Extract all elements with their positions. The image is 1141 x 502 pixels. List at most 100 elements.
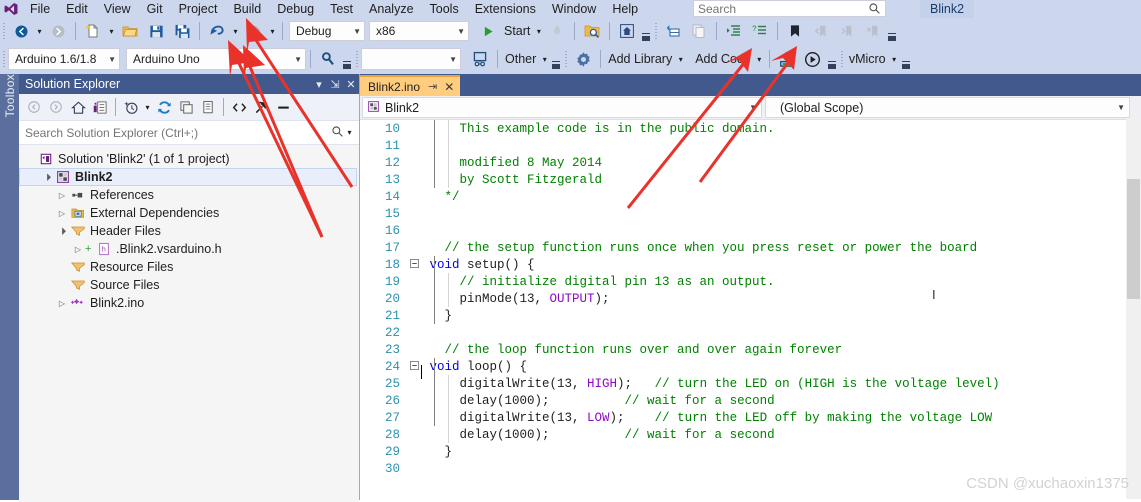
tree-item[interactable]: Source Files xyxy=(19,276,359,294)
code-text-area[interactable]: I 10 This example code is in the public … xyxy=(360,120,1141,500)
arduino-ide-version-combo[interactable]: Arduino 1.6/1.8 ▼ xyxy=(8,48,120,70)
toolbar-overflow-icon[interactable] xyxy=(341,49,353,69)
chevron-down-icon[interactable]: ▾ xyxy=(311,78,327,91)
home-icon[interactable] xyxy=(614,20,640,42)
new-item-icon[interactable] xyxy=(80,20,106,42)
toolbar-grip[interactable] xyxy=(652,22,660,40)
save-icon[interactable] xyxy=(143,20,169,42)
start-button-label[interactable]: Start xyxy=(501,24,533,38)
pin-icon[interactable]: ⇥ xyxy=(428,80,444,93)
comment-icon[interactable]: ? xyxy=(747,20,773,42)
tree-item[interactable]: ▷ + h .Blink2.vsarduino.h xyxy=(19,240,359,258)
code-line[interactable]: 22 xyxy=(360,324,1141,341)
tree-item[interactable]: ◢ Blink2 xyxy=(19,168,357,186)
global-search-box[interactable] xyxy=(693,0,886,17)
collapse-all-icon[interactable] xyxy=(175,96,197,118)
find-in-files-icon[interactable] xyxy=(579,20,605,42)
code-line[interactable]: 17 // the setup function runs once when … xyxy=(360,239,1141,256)
solution-platform-combo[interactable]: x86 ▼ xyxy=(369,21,469,41)
menu-item-tools[interactable]: Tools xyxy=(422,0,467,18)
save-all-icon[interactable] xyxy=(169,20,195,42)
redo-dropdown-icon[interactable]: ▾ xyxy=(267,27,278,36)
next-bookmark-icon[interactable] xyxy=(834,20,860,42)
menu-item-extensions[interactable]: Extensions xyxy=(467,0,544,18)
solution-explorer-search[interactable]: ▾ xyxy=(19,121,359,145)
toolbar-grip[interactable] xyxy=(0,50,8,68)
tree-item[interactable]: Solution 'Blink2' (1 of 1 project) xyxy=(19,150,359,168)
search-input[interactable] xyxy=(694,0,864,17)
toolbar-grip[interactable] xyxy=(0,22,8,40)
code-line[interactable]: 27 digitalWrite(13, LOW); // turn the LE… xyxy=(360,409,1141,426)
code-line[interactable]: 28 delay(1000); // wait for a second xyxy=(360,426,1141,443)
toolbox-tab[interactable]: Toolbox xyxy=(0,74,19,500)
attach-icon[interactable] xyxy=(660,20,686,42)
toolbar-overflow-icon[interactable] xyxy=(640,21,652,41)
scrollbar-thumb[interactable] xyxy=(1127,179,1140,299)
magnifier-icon[interactable] xyxy=(315,48,341,70)
editor-vertical-scrollbar[interactable] xyxy=(1126,119,1141,499)
menu-item-file[interactable]: File xyxy=(22,0,58,18)
document-tab-blink2-ino[interactable]: Blink2.ino ⇥ ✕ xyxy=(360,75,461,96)
serial-port-combo[interactable]: ▼ xyxy=(361,48,461,70)
start-dropdown-icon[interactable]: ▾ xyxy=(533,27,544,36)
chevron-collapsed-icon[interactable]: ▷ xyxy=(71,245,85,254)
code-line[interactable]: 21 } xyxy=(360,307,1141,324)
redo-icon[interactable] xyxy=(241,20,267,42)
vmicro-dropdown-icon[interactable]: ▾ xyxy=(889,55,900,64)
code-line[interactable]: 15 xyxy=(360,205,1141,222)
properties-icon[interactable] xyxy=(250,96,272,118)
member-dropdown[interactable]: (Global Scope) ▼ xyxy=(765,97,1130,118)
toolbar-overflow-icon[interactable] xyxy=(900,49,912,69)
code-line[interactable]: 16 xyxy=(360,222,1141,239)
copy-icon[interactable] xyxy=(686,20,712,42)
code-line[interactable]: 26 delay(1000); // wait for a second xyxy=(360,392,1141,409)
indent-icon[interactable] xyxy=(721,20,747,42)
chevron-expanded-icon[interactable]: ◢ xyxy=(39,169,55,185)
arduino-board-combo[interactable]: Arduino Uno ▼ xyxy=(126,48,306,70)
code-line[interactable]: 24 void loop() { xyxy=(360,358,1141,375)
clear-bookmark-icon[interactable] xyxy=(860,20,886,42)
fold-collapse-icon[interactable] xyxy=(408,360,420,373)
code-line[interactable]: 11 xyxy=(360,137,1141,154)
forward-icon[interactable] xyxy=(45,96,67,118)
menu-item-edit[interactable]: Edit xyxy=(58,0,96,18)
navigate-forward-icon[interactable] xyxy=(45,20,71,42)
type-dropdown[interactable]: Blink2 ▼ xyxy=(362,97,762,118)
solution-explorer-search-input[interactable] xyxy=(23,124,331,141)
code-line[interactable]: 13 by Scott Fitzgerald xyxy=(360,171,1141,188)
vmicro-menu-label[interactable]: vMicro xyxy=(846,52,889,66)
code-line[interactable]: 19 // initialize digital pin 13 as an ou… xyxy=(360,273,1141,290)
bookmark-icon[interactable] xyxy=(782,20,808,42)
solution-explorer-icon[interactable] xyxy=(89,96,111,118)
pending-changes-dropdown-icon[interactable]: ▾ xyxy=(142,103,153,112)
close-icon[interactable]: ✕ xyxy=(343,78,359,91)
pin-icon[interactable]: ⇲ xyxy=(327,78,343,91)
solution-configuration-combo[interactable]: Debug ▼ xyxy=(289,21,365,41)
code-line[interactable]: 29 } xyxy=(360,443,1141,460)
home-icon[interactable] xyxy=(67,96,89,118)
tree-item[interactable]: ▷ Blink2.ino xyxy=(19,294,359,312)
code-line[interactable]: 23 // the loop function runs over and ov… xyxy=(360,341,1141,358)
add-code-button-label[interactable]: Add Code xyxy=(692,52,754,66)
toolbar-grip[interactable] xyxy=(353,50,361,68)
refresh-icon[interactable] xyxy=(153,96,175,118)
menu-item-debug[interactable]: Debug xyxy=(269,0,322,18)
chevron-collapsed-icon[interactable]: ▷ xyxy=(55,191,69,200)
code-line[interactable]: 14 */ xyxy=(360,188,1141,205)
toolbar-overflow-icon[interactable] xyxy=(826,49,838,69)
chevron-collapsed-icon[interactable]: ▷ xyxy=(55,299,69,308)
open-file-icon[interactable] xyxy=(117,20,143,42)
add-library-button-label[interactable]: Add Library xyxy=(605,52,675,66)
toolbar-grip[interactable] xyxy=(838,50,846,68)
code-line[interactable]: 25 digitalWrite(13, HIGH); // turn the L… xyxy=(360,375,1141,392)
settings-gear-icon[interactable] xyxy=(570,48,596,70)
preview-icon[interactable] xyxy=(272,96,294,118)
prev-bookmark-icon[interactable] xyxy=(808,20,834,42)
show-all-files-icon[interactable] xyxy=(197,96,219,118)
view-code-icon[interactable] xyxy=(228,96,250,118)
menu-item-build[interactable]: Build xyxy=(225,0,269,18)
toolbar-grip[interactable] xyxy=(562,50,570,68)
toolbar-overflow-icon[interactable] xyxy=(886,21,898,41)
navigate-back-icon[interactable] xyxy=(8,20,34,42)
code-line[interactable]: 18 void setup() { xyxy=(360,256,1141,273)
